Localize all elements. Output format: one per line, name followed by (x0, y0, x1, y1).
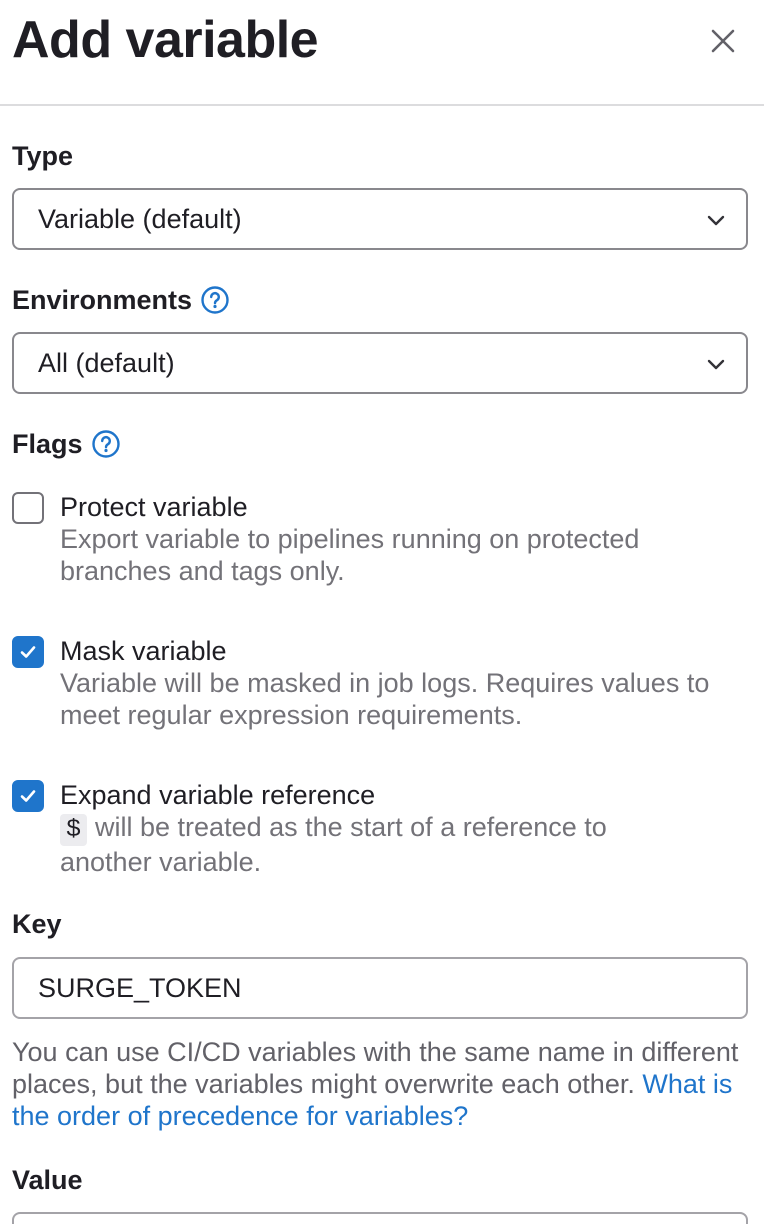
drawer-title: Add variable (12, 11, 319, 69)
expand-variable-label[interactable]: Expand variable reference (60, 779, 375, 811)
key-label: Key (12, 908, 62, 940)
protect-variable-checkbox[interactable] (12, 492, 44, 524)
mask-variable-checkbox[interactable] (12, 636, 44, 668)
chevron-down-icon (707, 359, 725, 370)
environments-select[interactable]: All (default) (12, 332, 748, 394)
key-input[interactable]: SURGE_TOKEN (12, 957, 748, 1019)
check-icon (20, 646, 36, 658)
chevron-down-icon (707, 215, 725, 226)
flags-label-text: Flags (12, 429, 83, 459)
type-label: Type (12, 140, 73, 172)
check-icon (20, 790, 36, 802)
key-input-value: SURGE_TOKEN (38, 972, 242, 1003)
expand-variable-description: $ will be treated as the start of a refer… (60, 811, 700, 878)
question-circle-icon[interactable] (200, 285, 230, 315)
expand-variable-description-text: will be treated as the start of a refere… (60, 812, 607, 877)
expand-variable-checkbox[interactable] (12, 780, 44, 812)
value-label-text: Value (12, 1165, 83, 1195)
type-select-value: Variable (default) (38, 203, 242, 234)
question-circle-icon[interactable] (91, 429, 121, 459)
key-help-text: You can use CI/CD variables with the sam… (12, 1036, 752, 1132)
protect-variable-description: Export variable to pipelines running on … (60, 524, 640, 586)
mask-variable-label[interactable]: Mask variable (60, 635, 227, 667)
mask-variable-description: Variable will be masked in job logs. Req… (60, 668, 710, 730)
environments-label: Environments (12, 284, 230, 316)
close-button[interactable] (702, 20, 744, 62)
environments-label-text: Environments (12, 285, 193, 315)
value-label: Value (12, 1164, 83, 1196)
type-label-text: Type (12, 141, 74, 171)
key-label-text: Key (12, 909, 62, 939)
environments-select-value: All (default) (38, 347, 175, 378)
value-input[interactable] (12, 1212, 748, 1224)
add-variable-drawer: Add variable Type Variable (default) Env… (0, 0, 764, 1224)
key-help-text-body: You can use CI/CD variables with the sam… (12, 1037, 739, 1099)
type-select[interactable]: Variable (default) (12, 188, 748, 250)
flags-label: Flags (12, 428, 121, 460)
close-icon (711, 29, 735, 53)
drawer-header: Add variable (0, 0, 764, 106)
dollar-code-chip: $ (60, 814, 88, 846)
protect-variable-label[interactable]: Protect variable (60, 491, 248, 523)
